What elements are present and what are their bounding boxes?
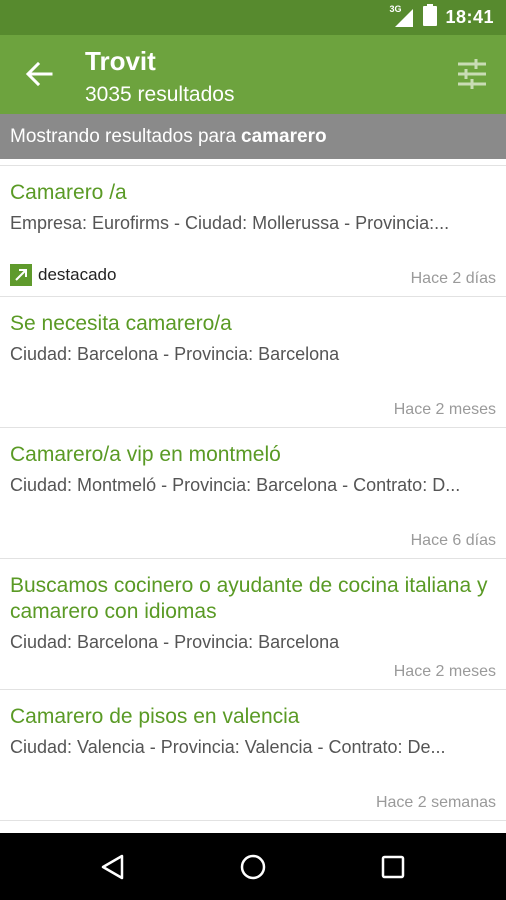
result-time: Hace 6 días — [410, 532, 496, 549]
result-desc: Ciudad: Barcelona - Provincia: Barcelona — [10, 632, 340, 652]
notice-query: camarero — [241, 125, 327, 147]
result-time: Hace 2 meses — [393, 401, 496, 418]
home-circle-icon[interactable] — [238, 852, 268, 882]
list-item[interactable]: Camarero/a vip en montmeló Ciudad: Montm… — [0, 428, 506, 559]
result-time: Hace 2 días — [410, 270, 496, 287]
featured-label: destacado — [38, 265, 117, 284]
result-time: Hace 2 meses — [393, 663, 496, 680]
list-item[interactable]: Buscamos cocinero o ayudante de cocina i… — [0, 559, 506, 690]
clock: 18:41 — [445, 7, 494, 27]
network-type: 3G — [389, 3, 402, 14]
battery-icon — [423, 4, 438, 31]
list-item[interactable]: Se necesita camarero/a Ciudad: Barcelona… — [0, 297, 506, 428]
arrow-left-icon[interactable] — [24, 59, 54, 89]
results-count: 3035 resultados — [85, 83, 235, 106]
back-triangle-icon[interactable] — [98, 852, 128, 882]
result-time: Hace 2 semanas — [375, 794, 496, 811]
app-bar: Trovit 3035 resultados — [0, 35, 506, 114]
search-notice: Mostrando resultados para camarero — [0, 114, 506, 159]
notice-prefix: Mostrando resultados para — [10, 125, 237, 147]
featured-badge: destacado — [10, 264, 116, 286]
list-item[interactable]: Camarero /a Empresa: Eurofirms - Ciudad:… — [0, 165, 506, 297]
result-desc: Ciudad: Barcelona - Provincia: Barcelona — [10, 344, 340, 364]
trending-arrow-icon — [10, 264, 32, 286]
sliders-icon[interactable] — [456, 59, 488, 89]
result-title[interactable]: Se necesita camarero/a — [10, 311, 494, 337]
result-title[interactable]: Camarero /a — [10, 180, 494, 206]
results-list: Camarero /a Empresa: Eurofirms - Ciudad:… — [0, 159, 506, 833]
result-desc: Ciudad: Valencia - Provincia: Valencia -… — [10, 737, 446, 757]
app-title: Trovit — [85, 46, 156, 76]
navigation-bar — [0, 833, 506, 900]
status-bar: 3G 18:41 — [0, 0, 506, 35]
recents-square-icon[interactable] — [378, 852, 408, 882]
result-desc: Empresa: Eurofirms - Ciudad: Mollerussa … — [10, 213, 450, 233]
list-item[interactable]: Camarero de pisos en valencia Ciudad: Va… — [0, 690, 506, 821]
result-title[interactable]: Camarero de pisos en valencia — [10, 704, 494, 730]
result-desc: Ciudad: Montmeló - Provincia: Barcelona … — [10, 475, 461, 495]
signal-icon: 3G — [389, 3, 415, 29]
result-title[interactable]: Buscamos cocinero o ayudante de cocina i… — [10, 573, 494, 625]
result-title[interactable]: Camarero/a vip en montmeló — [10, 442, 494, 468]
